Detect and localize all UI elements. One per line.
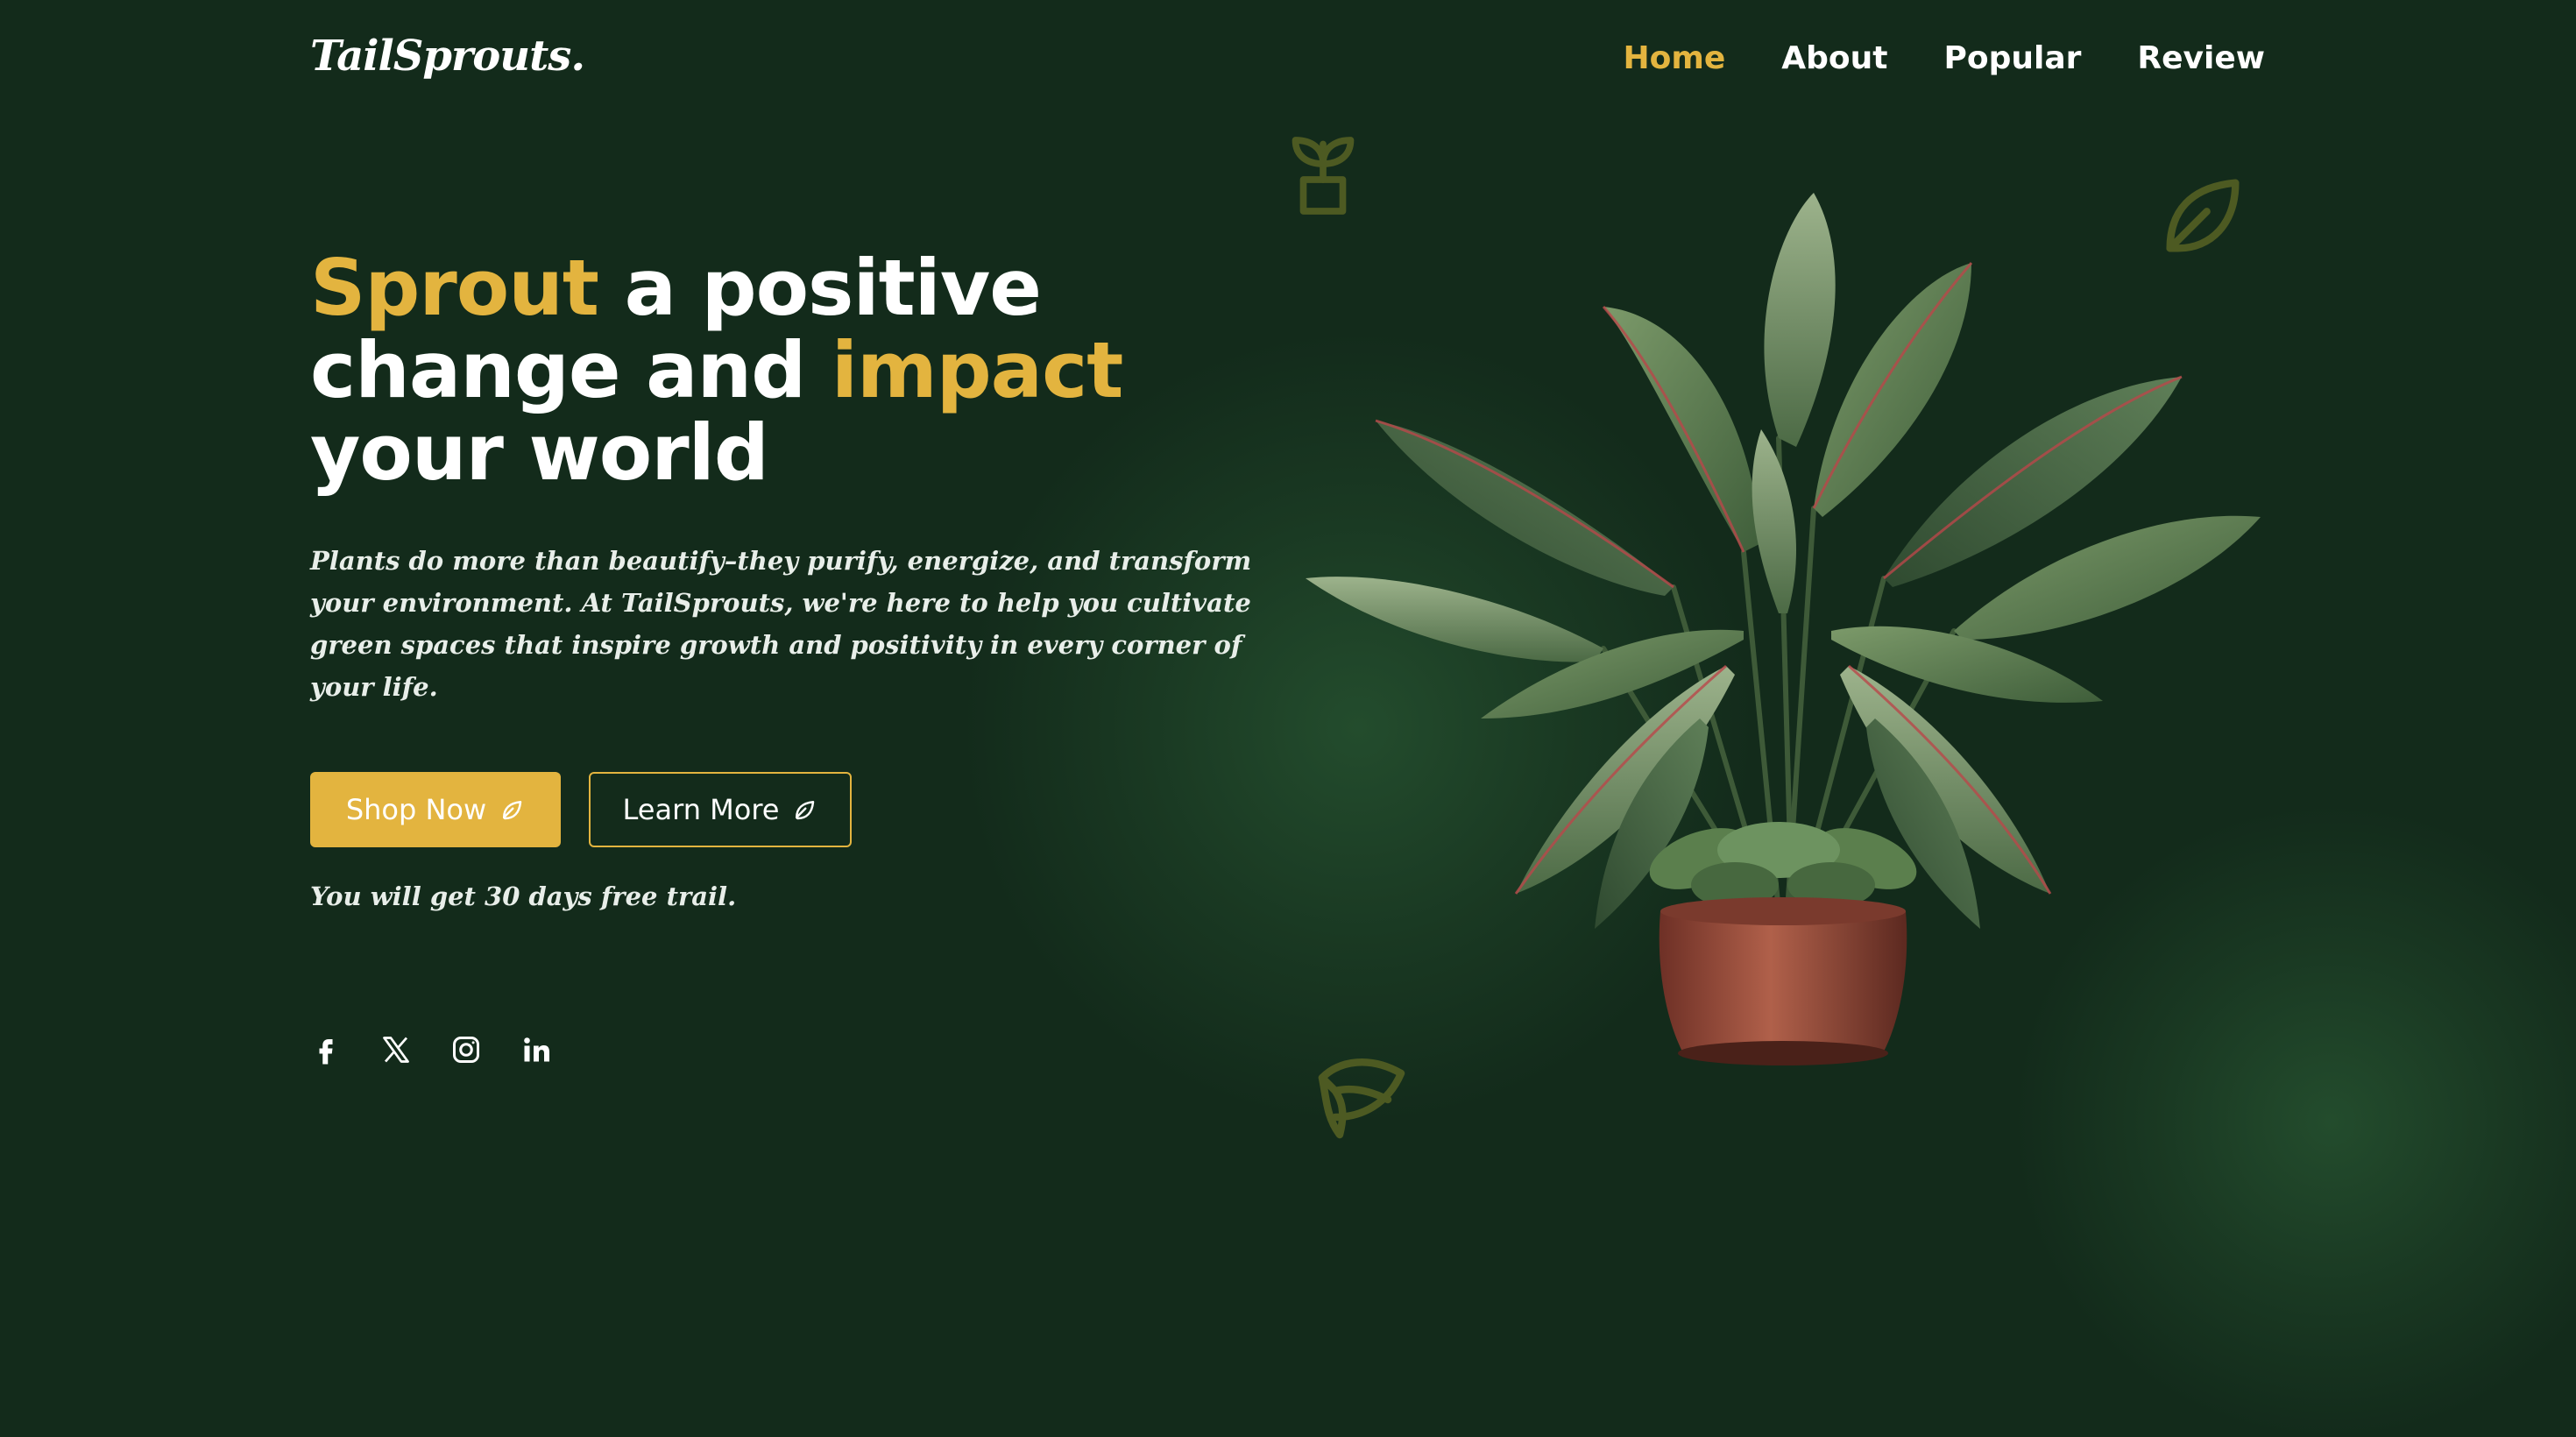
headline-accent: impact: [831, 325, 1123, 415]
brand-logo[interactable]: TailSprouts.: [310, 32, 585, 81]
nav-review[interactable]: Review: [2137, 35, 2265, 82]
trial-note: You will get 30 days free trail.: [310, 881, 737, 911]
social-links: [310, 1034, 552, 1065]
headline-text: change and: [310, 325, 832, 415]
leaf-icon: [503, 801, 522, 820]
potted-plant-image: [1306, 193, 2261, 1065]
headline-text: your world: [310, 407, 769, 498]
hero-description: Plants do more than beautify–they purify…: [310, 546, 1252, 702]
main-nav: Home About Popular Review: [1623, 35, 2265, 82]
facebook-icon[interactable]: [310, 1034, 342, 1065]
x-icon[interactable]: [380, 1034, 412, 1065]
learn-more-button[interactable]: Learn More: [589, 772, 852, 847]
nav-popular[interactable]: Popular: [1943, 35, 2081, 82]
shop-now-label: Shop Now: [345, 793, 487, 826]
hero-headline: Sprout a positive change and impact your w…: [310, 247, 1123, 494]
nav-home[interactable]: Home: [1623, 35, 1725, 82]
nav-about[interactable]: About: [1781, 35, 1887, 82]
learn-more-label: Learn More: [622, 793, 780, 826]
leaf-icon: [796, 801, 815, 820]
headline-accent: Sprout: [310, 243, 599, 333]
linkedin-icon[interactable]: [520, 1034, 552, 1065]
shop-now-button[interactable]: Shop Now: [310, 772, 561, 847]
headline-text: a positive: [598, 243, 1042, 333]
instagram-icon[interactable]: [450, 1034, 482, 1065]
